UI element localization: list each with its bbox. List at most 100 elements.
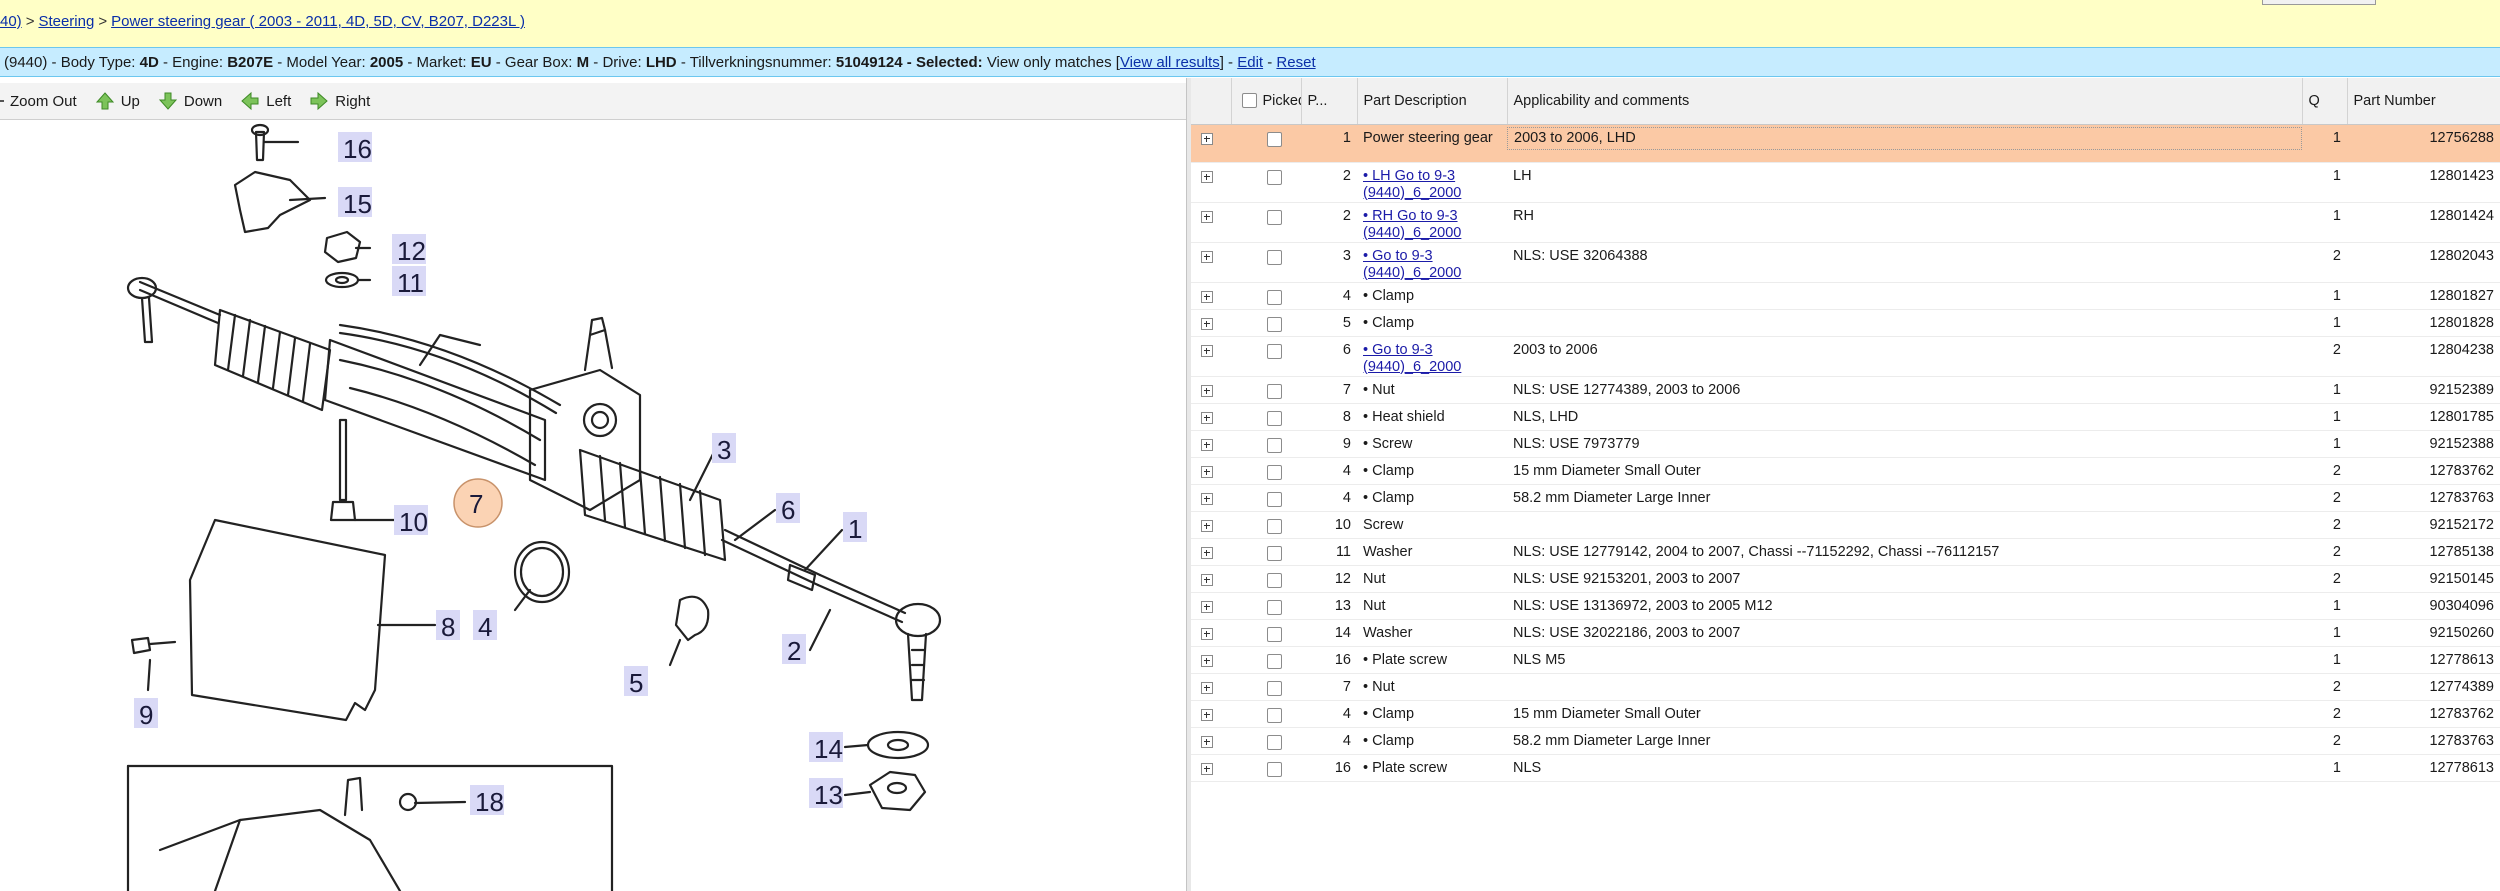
description-column-header[interactable]: Part Description bbox=[1357, 78, 1508, 125]
part-link[interactable]: • Go to 9-3 (9440)_6_2000 bbox=[1363, 342, 1461, 375]
expand-icon[interactable] bbox=[1201, 519, 1213, 532]
picked-column-header[interactable]: Picked bbox=[1231, 78, 1302, 125]
expand-cell[interactable] bbox=[1191, 162, 1231, 203]
expand-icon[interactable] bbox=[1201, 465, 1213, 478]
picked-cell[interactable] bbox=[1231, 242, 1301, 283]
picked-checkbox[interactable] bbox=[1267, 289, 1282, 305]
expand-icon[interactable] bbox=[1201, 708, 1213, 721]
table-row[interactable]: 9 • Screw NLS: USE 7973779 1 92152388 bbox=[1191, 430, 2500, 458]
picked-cell[interactable] bbox=[1231, 619, 1301, 647]
applicability-column-header[interactable]: Applicability and comments bbox=[1507, 78, 2303, 125]
picked-cell[interactable] bbox=[1231, 754, 1301, 782]
table-row[interactable]: 7 • Nut 2 12774389 bbox=[1191, 673, 2500, 701]
picked-checkbox[interactable] bbox=[1267, 169, 1282, 185]
expand-icon[interactable] bbox=[1201, 344, 1213, 357]
expand-cell[interactable] bbox=[1191, 336, 1231, 377]
table-row[interactable]: 8 • Heat shield NLS, LHD 1 12801785 bbox=[1191, 403, 2500, 431]
picked-cell[interactable] bbox=[1231, 727, 1301, 755]
up-button[interactable]: Up bbox=[95, 91, 140, 111]
table-row[interactable]: 4 • Clamp 15 mm Diameter Small Outer 2 12783… bbox=[1191, 700, 2500, 728]
picked-cell[interactable] bbox=[1231, 202, 1301, 243]
expand-cell[interactable] bbox=[1191, 700, 1231, 728]
expand-cell[interactable] bbox=[1191, 309, 1231, 337]
expand-icon[interactable] bbox=[1201, 654, 1213, 667]
expand-cell[interactable] bbox=[1191, 727, 1231, 755]
expand-icon[interactable] bbox=[1201, 317, 1213, 330]
picked-checkbox[interactable] bbox=[1267, 316, 1282, 332]
picked-cell[interactable] bbox=[1231, 457, 1301, 485]
part-number-column-header[interactable]: Part Number bbox=[2347, 78, 2500, 125]
picked-cell[interactable] bbox=[1231, 592, 1301, 620]
picked-checkbox[interactable] bbox=[1267, 410, 1282, 426]
expand-icon[interactable] bbox=[1201, 438, 1213, 451]
picked-cell[interactable] bbox=[1231, 430, 1301, 458]
right-button[interactable]: Right bbox=[309, 91, 370, 111]
picked-cell[interactable] bbox=[1231, 511, 1301, 539]
picked-checkbox[interactable] bbox=[1267, 707, 1282, 723]
picked-checkbox[interactable] bbox=[1267, 249, 1282, 265]
qty-column-header[interactable]: Q bbox=[2302, 78, 2348, 125]
table-row[interactable]: 2 • LH Go to 9-3 (9440)_6_2000 LH 1 12801423 bbox=[1191, 162, 2500, 203]
expand-icon[interactable] bbox=[1201, 250, 1213, 263]
reset-link[interactable]: Reset bbox=[1276, 54, 1315, 71]
table-row[interactable]: 16 • Plate screw NLS M5 1 12778613 bbox=[1191, 646, 2500, 674]
picked-checkbox[interactable] bbox=[1267, 761, 1282, 777]
picked-checkbox[interactable] bbox=[1267, 545, 1282, 561]
expand-cell[interactable] bbox=[1191, 282, 1231, 310]
table-row[interactable]: 13 Nut NLS: USE 13136972, 2003 to 2005 M12… bbox=[1191, 592, 2500, 620]
picked-cell[interactable] bbox=[1231, 484, 1301, 512]
expand-cell[interactable] bbox=[1191, 376, 1231, 404]
expand-icon[interactable] bbox=[1201, 735, 1213, 748]
picked-checkbox[interactable] bbox=[1267, 437, 1282, 453]
table-row[interactable]: 2 • RH Go to 9-3 (9440)_6_2000 RH 1 12801424 bbox=[1191, 202, 2500, 243]
expand-icon[interactable] bbox=[1201, 210, 1213, 223]
picked-cell[interactable] bbox=[1231, 376, 1301, 404]
picked-cell[interactable] bbox=[1231, 309, 1301, 337]
down-button[interactable]: Down bbox=[158, 91, 222, 111]
expand-cell[interactable] bbox=[1191, 565, 1231, 593]
expand-cell[interactable] bbox=[1191, 592, 1231, 620]
expand-icon[interactable] bbox=[1201, 573, 1213, 586]
picked-checkbox[interactable] bbox=[1267, 464, 1282, 480]
picked-cell[interactable] bbox=[1231, 646, 1301, 674]
picked-checkbox[interactable] bbox=[1267, 734, 1282, 750]
table-row[interactable]: 10 Screw 2 92152172 bbox=[1191, 511, 2500, 539]
picked-checkbox[interactable] bbox=[1267, 680, 1282, 696]
picked-checkbox[interactable] bbox=[1267, 653, 1282, 669]
left-button[interactable]: Left bbox=[240, 91, 291, 111]
zoom-out-button[interactable]: Zoom Out bbox=[0, 93, 77, 110]
table-row[interactable]: 1 Power steering gear 2003 to 2006, LHD 1 12… bbox=[1191, 124, 2500, 163]
edit-link[interactable]: Edit bbox=[1237, 54, 1263, 71]
expand-icon[interactable] bbox=[1201, 762, 1213, 775]
expand-cell[interactable] bbox=[1191, 673, 1231, 701]
expand-cell[interactable] bbox=[1191, 202, 1231, 243]
picked-cell[interactable] bbox=[1231, 673, 1301, 701]
expand-icon[interactable] bbox=[1201, 600, 1213, 613]
view-all-results-link[interactable]: View all results bbox=[1120, 54, 1220, 71]
picked-checkbox[interactable] bbox=[1267, 131, 1282, 147]
expand-cell[interactable] bbox=[1191, 511, 1231, 539]
expand-icon[interactable] bbox=[1201, 170, 1213, 183]
expand-icon[interactable] bbox=[1201, 132, 1213, 145]
picked-checkbox[interactable] bbox=[1267, 343, 1282, 359]
expand-cell[interactable] bbox=[1191, 124, 1231, 163]
picked-cell[interactable] bbox=[1231, 124, 1301, 163]
expand-cell[interactable] bbox=[1191, 242, 1231, 283]
table-row[interactable]: 3 • Go to 9-3 (9440)_6_2000 NLS: USE 32064… bbox=[1191, 242, 2500, 283]
picked-cell[interactable] bbox=[1231, 282, 1301, 310]
picked-checkbox[interactable] bbox=[1267, 383, 1282, 399]
picked-cell[interactable] bbox=[1231, 403, 1301, 431]
table-row[interactable]: 4 • Clamp 1 12801827 bbox=[1191, 282, 2500, 310]
picked-checkbox[interactable] bbox=[1267, 209, 1282, 225]
expand-icon[interactable] bbox=[1201, 681, 1213, 694]
expand-cell[interactable] bbox=[1191, 646, 1231, 674]
picked-checkbox[interactable] bbox=[1267, 518, 1282, 534]
part-link[interactable]: • LH Go to 9-3 (9440)_6_2000 bbox=[1363, 168, 1461, 201]
table-row[interactable]: 14 Washer NLS: USE 32022186, 2003 to 2007 1… bbox=[1191, 619, 2500, 647]
breadcrumb-model[interactable]: 40) bbox=[0, 13, 22, 30]
expand-cell[interactable] bbox=[1191, 430, 1231, 458]
expand-cell[interactable] bbox=[1191, 538, 1231, 566]
expand-icon[interactable] bbox=[1201, 290, 1213, 303]
parts-diagram[interactable]: 16 15 12 11 3 6 7 1 10 4 8 5 2 9 14 13 1… bbox=[0, 120, 1186, 891]
picked-cell[interactable] bbox=[1231, 700, 1301, 728]
